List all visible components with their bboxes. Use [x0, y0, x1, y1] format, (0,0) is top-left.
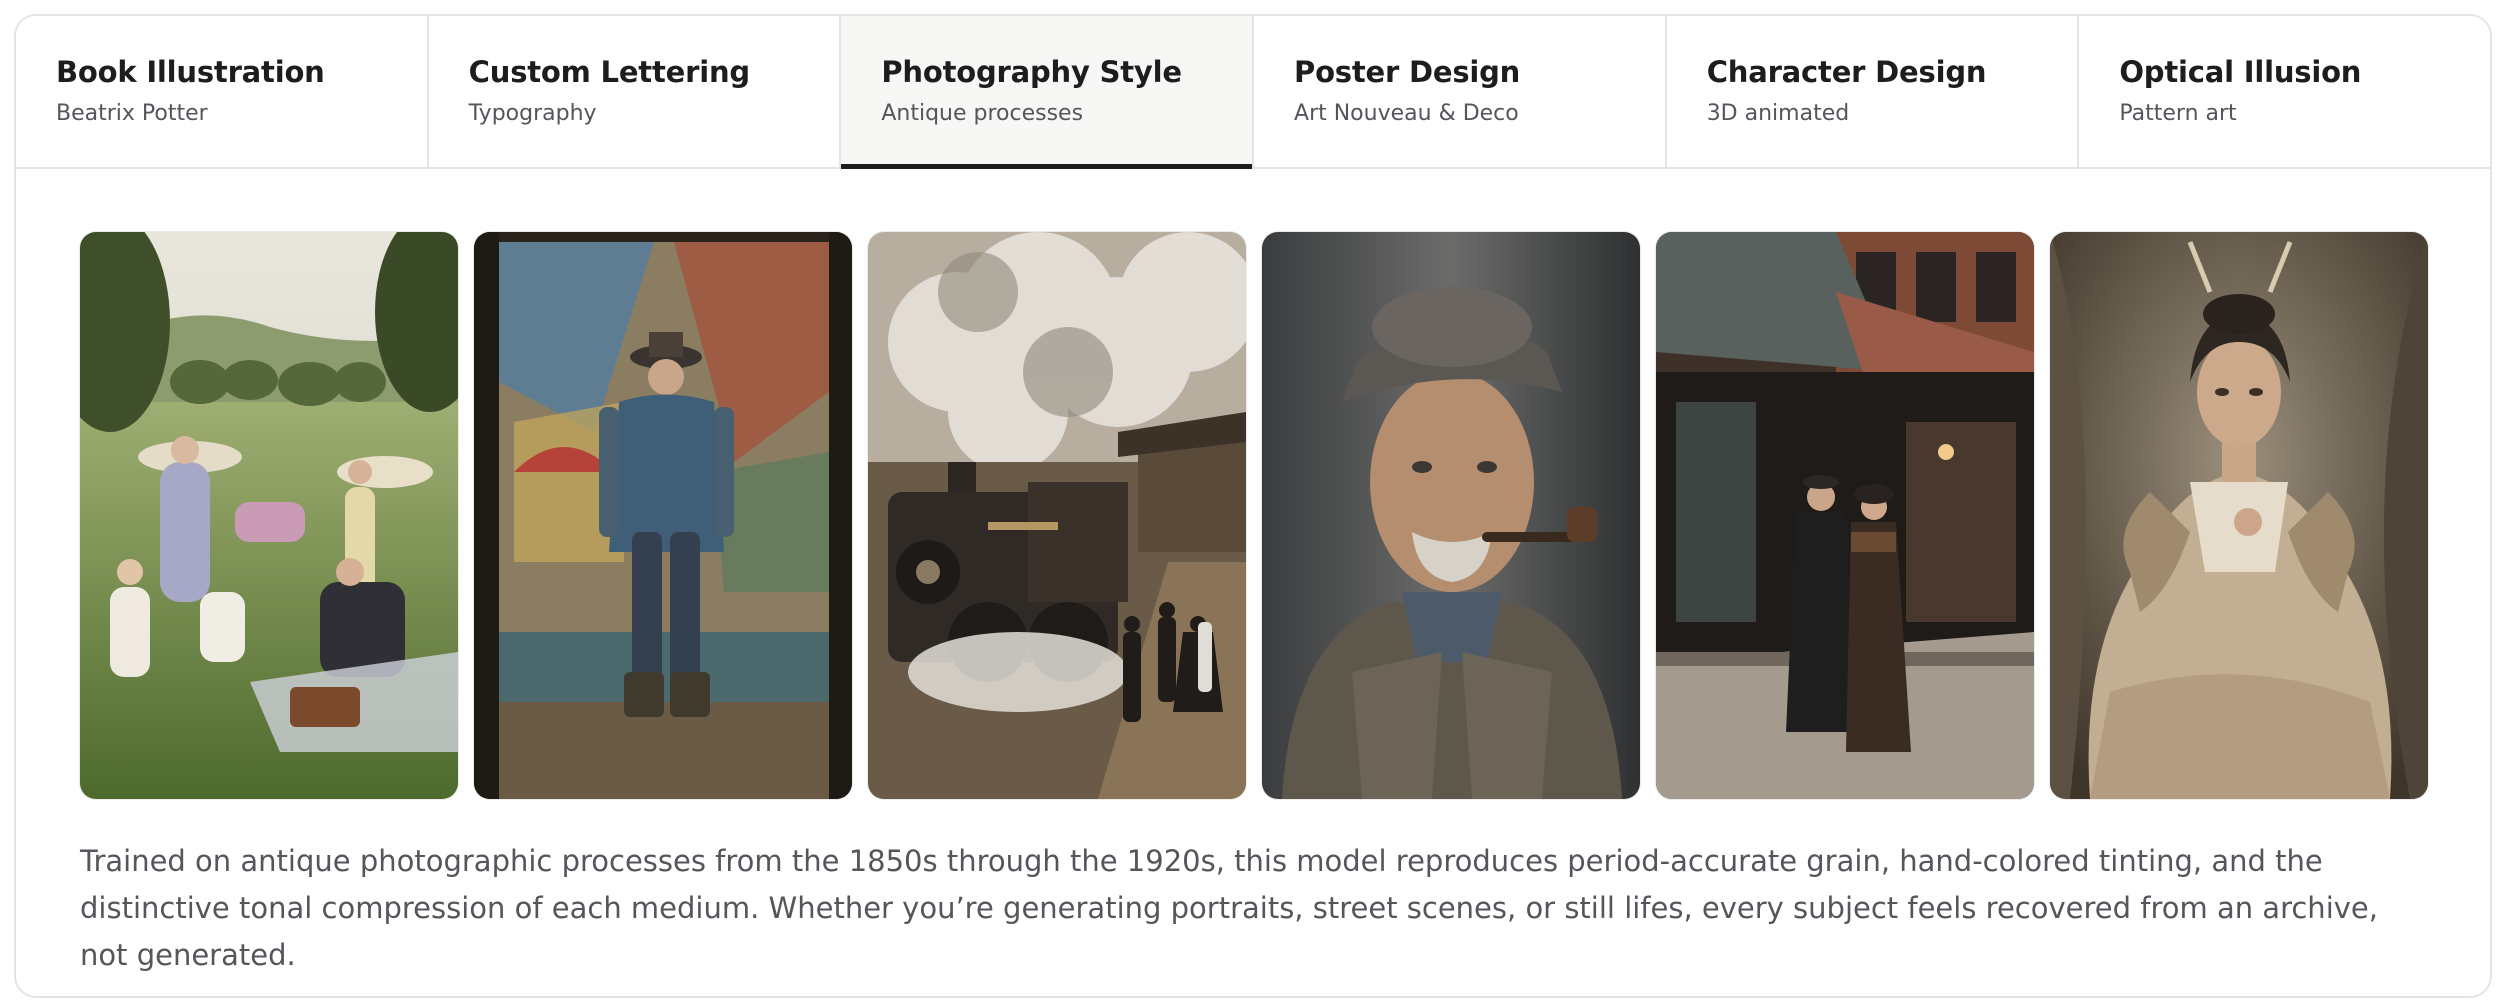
tab-title: Character Design [1706, 55, 1987, 89]
style-description: Trained on antique photographic processe… [80, 844, 2378, 972]
tab-book-illustration[interactable]: Book Illustration Beatrix Potter [16, 16, 429, 167]
tab-optical-illusion[interactable]: Optical Illusion Pattern art [2079, 16, 2490, 167]
tab-subtitle: Beatrix Potter [56, 101, 208, 126]
sample-image-victorian-woman [2050, 232, 2428, 799]
tab-poster-design[interactable]: Poster Design Art Nouveau & Deco [1254, 16, 1667, 167]
tab-subtitle: 3D animated [1706, 101, 1850, 126]
tab-character-design[interactable]: Character Design 3D animated [1666, 16, 2080, 167]
style-tabs: Book Illustration Beatrix Potter Custom … [16, 16, 2490, 169]
tab-photography-style[interactable]: Photography Style Antique processes [841, 16, 1255, 169]
sample-image-showman [474, 232, 852, 799]
tab-subtitle: Typography [468, 101, 597, 126]
tab-title: Optical Illusion [2119, 55, 2362, 89]
tab-subtitle: Pattern art [2119, 101, 2237, 126]
tab-title: Photography Style [881, 55, 1182, 89]
sample-image-street-couple [1656, 232, 2034, 799]
tab-subtitle: Art Nouveau & Deco [1294, 101, 1519, 126]
tab-title: Book Illustration [56, 55, 325, 89]
sample-image-pipe-smoker [1262, 232, 1640, 799]
tab-title: Custom Lettering [468, 55, 750, 89]
sample-image-gallery [80, 232, 2428, 799]
sample-image-picnic [80, 232, 458, 799]
tab-subtitle: Antique processes [881, 101, 1084, 126]
style-showcase-card: Book Illustration Beatrix Potter Custom … [14, 14, 2492, 998]
tab-custom-lettering[interactable]: Custom Lettering Typography [428, 16, 842, 167]
sample-image-locomotive [868, 232, 1246, 799]
tab-title: Poster Design [1294, 55, 1521, 89]
